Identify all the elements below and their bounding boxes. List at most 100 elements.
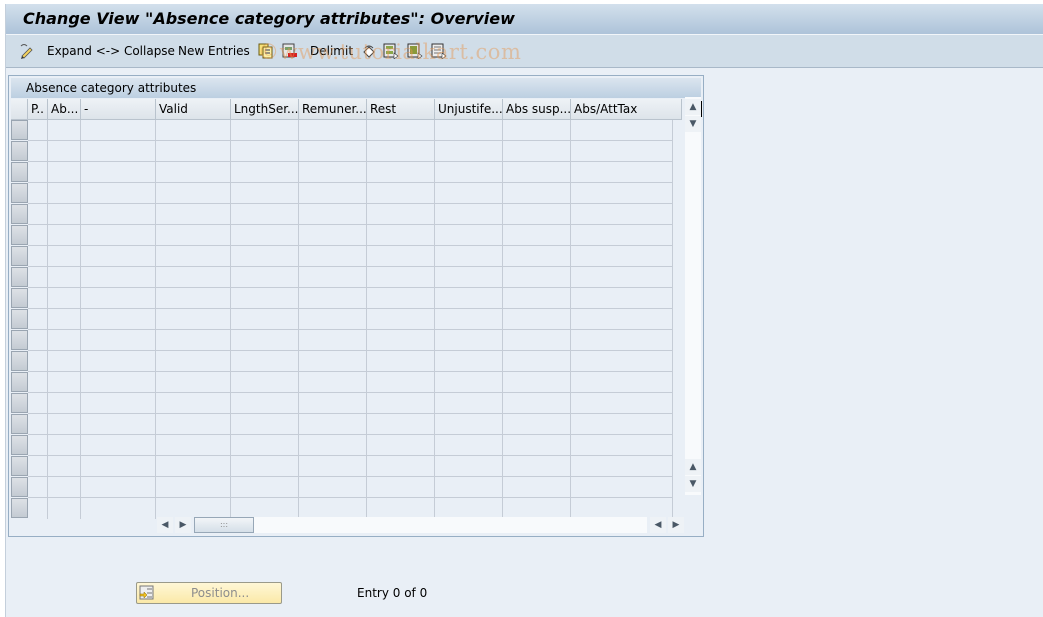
table-cell[interactable] bbox=[435, 204, 503, 225]
select-all-icon[interactable] bbox=[383, 43, 399, 59]
row-selector[interactable] bbox=[11, 477, 28, 497]
column-header[interactable]: Abs/AttTax bbox=[571, 99, 682, 120]
row-selector[interactable] bbox=[11, 393, 28, 413]
table-cell[interactable] bbox=[367, 225, 435, 246]
table-cell[interactable] bbox=[48, 267, 81, 288]
table-cell[interactable] bbox=[156, 456, 231, 477]
row-selector[interactable] bbox=[11, 372, 28, 392]
table-cell[interactable] bbox=[156, 141, 231, 162]
table-cell[interactable] bbox=[231, 267, 299, 288]
table-cell[interactable] bbox=[367, 246, 435, 267]
table-cell[interactable] bbox=[299, 393, 367, 414]
table-cell[interactable] bbox=[28, 435, 48, 456]
row-selector[interactable] bbox=[11, 309, 28, 329]
table-cell[interactable] bbox=[81, 120, 156, 141]
table-cell[interactable] bbox=[367, 456, 435, 477]
vertical-scrollbar[interactable]: ▲ ▼ ▲ ▼ bbox=[685, 97, 701, 495]
undo-change-icon[interactable] bbox=[361, 43, 377, 59]
table-cell[interactable] bbox=[435, 309, 503, 330]
deselect-all-icon[interactable] bbox=[431, 43, 447, 59]
table-cell[interactable] bbox=[81, 267, 156, 288]
table-cell[interactable] bbox=[435, 225, 503, 246]
table-cell[interactable] bbox=[156, 288, 231, 309]
row-selector[interactable] bbox=[11, 162, 28, 182]
table-cell[interactable] bbox=[571, 204, 673, 225]
table-cell[interactable] bbox=[503, 204, 571, 225]
table-cell[interactable] bbox=[435, 393, 503, 414]
table-cell[interactable] bbox=[571, 288, 673, 309]
table-cell[interactable] bbox=[367, 498, 435, 519]
table-cell[interactable] bbox=[503, 498, 571, 519]
table-cell[interactable] bbox=[156, 162, 231, 183]
table-cell[interactable] bbox=[231, 414, 299, 435]
table-cell[interactable] bbox=[299, 225, 367, 246]
table-cell[interactable] bbox=[571, 309, 673, 330]
scroll-page-up-button[interactable]: ▲ bbox=[685, 459, 701, 475]
table-cell[interactable] bbox=[299, 498, 367, 519]
table-cell[interactable] bbox=[81, 246, 156, 267]
expand-collapse-button[interactable]: Expand <-> Collapse bbox=[47, 44, 175, 58]
table-cell[interactable] bbox=[571, 330, 673, 351]
table-cell[interactable] bbox=[81, 498, 156, 519]
table-cell[interactable] bbox=[156, 183, 231, 204]
table-cell[interactable] bbox=[156, 267, 231, 288]
table-cell[interactable] bbox=[299, 435, 367, 456]
table-cell[interactable] bbox=[48, 309, 81, 330]
delete-icon[interactable] bbox=[281, 43, 297, 59]
table-cell[interactable] bbox=[28, 288, 48, 309]
table-cell[interactable] bbox=[81, 414, 156, 435]
table-cell[interactable] bbox=[435, 162, 503, 183]
table-cell[interactable] bbox=[48, 246, 81, 267]
new-entries-button[interactable]: New Entries bbox=[178, 44, 250, 58]
table-cell[interactable] bbox=[81, 162, 156, 183]
table-cell[interactable] bbox=[503, 456, 571, 477]
table-cell[interactable] bbox=[503, 309, 571, 330]
table-cell[interactable] bbox=[299, 183, 367, 204]
table-cell[interactable] bbox=[48, 141, 81, 162]
table-cell[interactable] bbox=[81, 309, 156, 330]
horizontal-scroll-track[interactable] bbox=[254, 517, 647, 533]
position-button[interactable]: Position... bbox=[136, 582, 282, 604]
table-cell[interactable] bbox=[28, 246, 48, 267]
table-cell[interactable] bbox=[367, 393, 435, 414]
row-selector[interactable] bbox=[11, 288, 28, 308]
table-cell[interactable] bbox=[231, 309, 299, 330]
table-cell[interactable] bbox=[48, 204, 81, 225]
table-cell[interactable] bbox=[81, 141, 156, 162]
table-cell[interactable] bbox=[48, 414, 81, 435]
row-selector[interactable] bbox=[11, 225, 28, 245]
table-cell[interactable] bbox=[367, 414, 435, 435]
table-cell[interactable] bbox=[231, 372, 299, 393]
row-selector[interactable] bbox=[11, 435, 28, 455]
table-cell[interactable] bbox=[571, 183, 673, 204]
table-cell[interactable] bbox=[81, 372, 156, 393]
table-cell[interactable] bbox=[231, 477, 299, 498]
table-cell[interactable] bbox=[28, 225, 48, 246]
row-selector[interactable] bbox=[11, 414, 28, 434]
table-cell[interactable] bbox=[435, 456, 503, 477]
row-selector[interactable] bbox=[11, 246, 28, 266]
table-cell[interactable] bbox=[28, 414, 48, 435]
column-header[interactable]: Remuner... bbox=[299, 99, 367, 120]
table-cell[interactable] bbox=[503, 225, 571, 246]
table-cell[interactable] bbox=[48, 120, 81, 141]
table-cell[interactable] bbox=[231, 498, 299, 519]
table-cell[interactable] bbox=[48, 288, 81, 309]
change-display-icon[interactable] bbox=[19, 43, 35, 59]
table-cell[interactable] bbox=[299, 288, 367, 309]
table-cell[interactable] bbox=[571, 120, 673, 141]
table-cell[interactable] bbox=[367, 162, 435, 183]
scroll-page-down-button[interactable]: ▼ bbox=[685, 116, 701, 132]
table-cell[interactable] bbox=[503, 162, 571, 183]
table-cell[interactable] bbox=[299, 372, 367, 393]
table-cell[interactable] bbox=[571, 456, 673, 477]
table-cell[interactable] bbox=[571, 267, 673, 288]
table-cell[interactable] bbox=[156, 309, 231, 330]
row-selector[interactable] bbox=[11, 204, 28, 224]
table-cell[interactable] bbox=[367, 183, 435, 204]
table-cell[interactable] bbox=[48, 498, 81, 519]
table-cell[interactable] bbox=[299, 141, 367, 162]
table-cell[interactable] bbox=[299, 456, 367, 477]
column-header[interactable]: Unjustife... bbox=[435, 99, 503, 120]
table-cell[interactable] bbox=[28, 351, 48, 372]
